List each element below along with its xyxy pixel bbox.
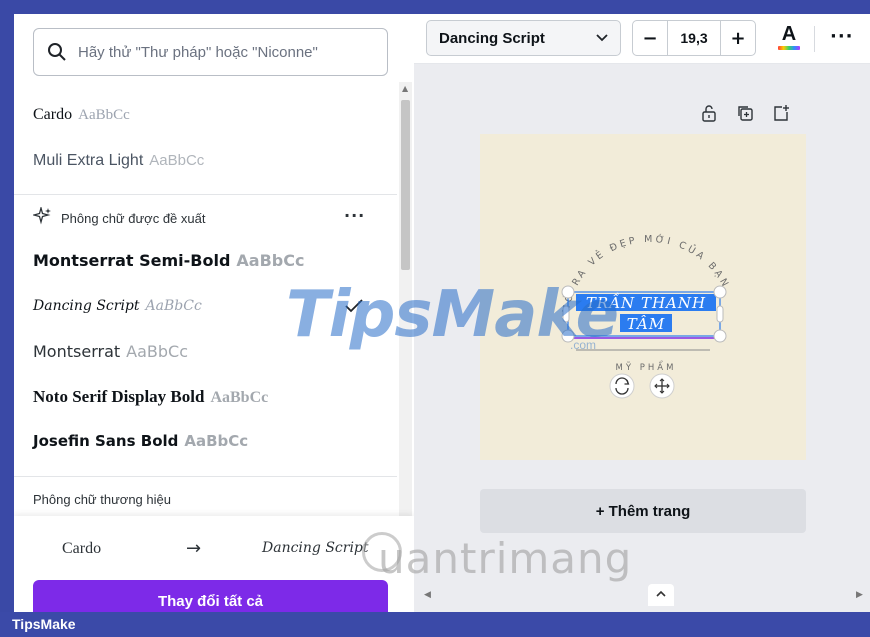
font-sample: AaBbCc (145, 298, 202, 314)
lock-icon[interactable] (700, 104, 718, 126)
more-options-button[interactable]: ··· (830, 26, 854, 47)
quantrimang-watermark: uantrimang (378, 534, 633, 583)
duplicate-page-icon[interactable] (736, 104, 754, 126)
color-bar (778, 46, 800, 50)
font-size-value[interactable]: 19,3 (667, 21, 721, 55)
show-pages-button[interactable] (648, 584, 674, 606)
name-text-line2[interactable]: TÂM (627, 315, 665, 333)
brand-fonts-heading: Phông chữ thương hiệu (33, 492, 171, 507)
add-page-button[interactable]: + Thêm trang (480, 489, 806, 533)
text-color-button[interactable]: A (774, 22, 804, 56)
add-page-icon[interactable] (772, 104, 790, 126)
suggested-fonts-heading: Phông chữ được đề xuất (31, 205, 206, 229)
rotate-icon[interactable] (609, 373, 635, 399)
footer-label: TipsMake (12, 616, 76, 632)
scroll-up-icon[interactable]: ▲ (402, 84, 408, 93)
font-name: Montserrat Semi-Bold (33, 251, 231, 270)
font-sample: AaBbCc (236, 251, 305, 270)
font-name: Muli Extra Light (33, 152, 144, 169)
resize-handle[interactable] (713, 329, 727, 343)
suggested-heading-text: Phông chữ được đề xuất (61, 210, 206, 226)
increase-size-button[interactable]: + (721, 21, 755, 55)
font-name: Dancing Script (33, 298, 140, 314)
font-item-noto-serif-display-bold[interactable]: Noto Serif Display Bold AaBbCc (33, 387, 268, 407)
footer-bar: TipsMake (0, 612, 870, 637)
text-color-icon: A (781, 23, 797, 45)
search-icon (46, 41, 68, 63)
text-toolbar: Dancing Script − 19,3 + A ··· (414, 14, 870, 64)
font-item-montserrat[interactable]: Montserrat AaBbCc (33, 342, 188, 361)
font-name: Josefin Sans Bold (33, 432, 179, 450)
font-item-dancing-script[interactable]: Dancing Script AaBbCc (33, 298, 202, 314)
divider (14, 476, 397, 477)
font-item-cardo[interactable]: Cardo AaBbCc (33, 106, 130, 124)
font-item-muli-extra-light[interactable]: Muli Extra Light AaBbCc (33, 152, 204, 170)
arrow-right-icon: → (186, 538, 202, 559)
font-sample: AaBbCc (210, 389, 269, 406)
suggested-more-button[interactable]: ··· (344, 206, 365, 225)
font-family-value: Dancing Script (439, 29, 545, 47)
search-placeholder: Hãy thử "Thư pháp" hoặc "Niconne" (78, 43, 318, 61)
font-sample: AaBbCc (184, 432, 249, 450)
sparkle-icon (31, 205, 53, 229)
font-family-dropdown[interactable]: Dancing Script (426, 20, 621, 56)
chevron-down-icon (596, 34, 608, 42)
font-size-stepper[interactable]: − 19,3 + (632, 20, 756, 56)
font-item-josefin-sans-bold[interactable]: Josefin Sans Bold AaBbCc (33, 432, 248, 450)
font-sample: AaBbCc (149, 152, 205, 169)
scroll-right-icon[interactable]: ▶ (856, 590, 863, 600)
font-name: Cardo (33, 106, 73, 123)
font-name: Noto Serif Display Bold (33, 387, 205, 406)
font-sample: AaBbCc (78, 107, 130, 123)
resize-handle[interactable] (713, 285, 727, 299)
side-handle[interactable] (716, 305, 724, 323)
replace-to-font: Dancing Script (262, 540, 369, 556)
scrollbar-thumb[interactable] (401, 100, 410, 270)
chevron-up-icon (656, 590, 666, 597)
font-name: Montserrat (33, 342, 121, 361)
horizontal-scrollbar[interactable]: ◀ ▶ (414, 584, 870, 612)
decrease-size-button[interactable]: − (633, 21, 667, 55)
toolbar-divider (814, 26, 815, 52)
divider (14, 194, 397, 195)
font-sample: AaBbCc (126, 342, 188, 361)
tagline-text[interactable]: MỸ PHẨM (616, 360, 677, 373)
scroll-left-icon[interactable]: ◀ (424, 590, 431, 600)
tipsmake-watermark-suffix: .com (570, 338, 597, 352)
replace-fonts-bar: Cardo → Dancing Script Thay đổi tất cả (14, 516, 414, 612)
page-tools (700, 104, 790, 126)
change-all-button[interactable]: Thay đổi tất cả (33, 580, 388, 612)
replace-from-font: Cardo (62, 540, 102, 557)
tipsmake-watermark: TipsMake (286, 278, 619, 352)
move-icon[interactable] (649, 373, 675, 399)
font-item-montserrat-semibold[interactable]: Montserrat Semi-Bold AaBbCc (33, 251, 304, 270)
font-search-input[interactable]: Hãy thử "Thư pháp" hoặc "Niconne" (33, 28, 388, 76)
